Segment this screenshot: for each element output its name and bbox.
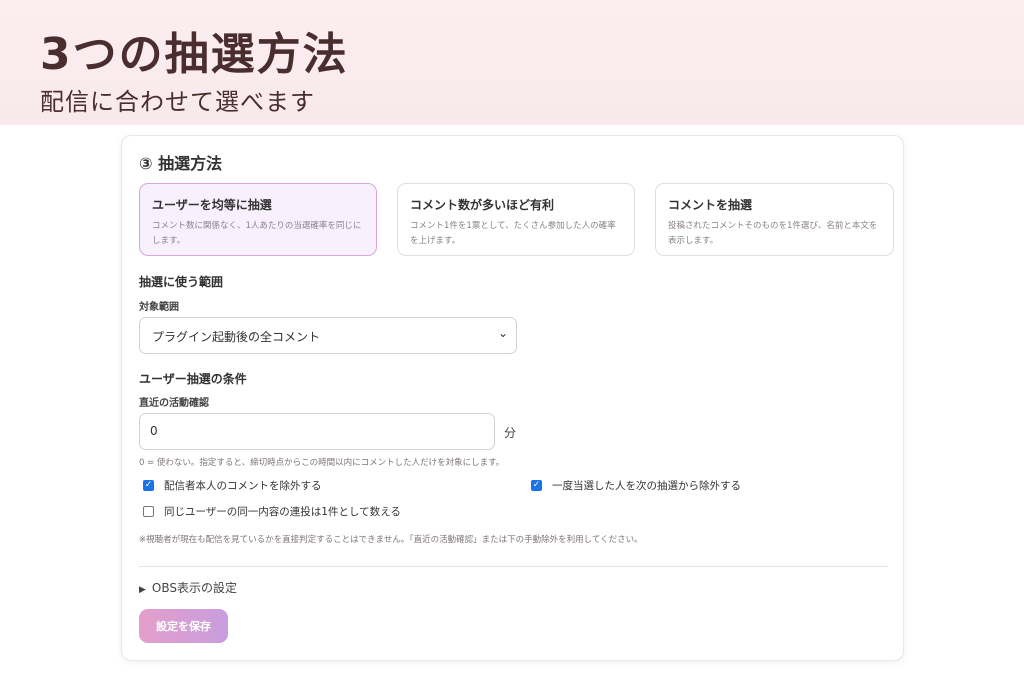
option-weighted-comments[interactable]: コメント数が多いほど有利 コメント1件を1票として、たくさん参加した人の確率を上… bbox=[397, 183, 635, 256]
divider bbox=[139, 566, 888, 567]
check-icon[interactable]: ✓ bbox=[531, 480, 542, 491]
checkbox-label: 同じユーザーの同一内容の連投は1件として数える bbox=[164, 506, 401, 518]
option-desc: コメント数に関係なく、1人あたりの当選確率を同じにします。 bbox=[152, 221, 362, 246]
checkbox-label: 一度当選した人を次の抽選から除外する bbox=[552, 480, 741, 492]
range-select[interactable]: プラグイン起動後の全コメント ⌄ bbox=[139, 317, 517, 354]
dedupe-repeats-checkbox[interactable]: 同じユーザーの同一内容の連投は1件として数える bbox=[143, 504, 401, 519]
activity-unit: 分 bbox=[504, 426, 517, 440]
activity-hint: 0 = 使わない。指定すると、締切時点からこの時間以内にコメントした人だけを対象… bbox=[139, 458, 505, 468]
activity-label: 直近の活動確認 bbox=[139, 398, 209, 409]
range-section-heading: 抽選に使う範囲 bbox=[139, 275, 224, 289]
exclude-winners-checkbox[interactable]: ✓ 一度当選した人を次の抽選から除外する bbox=[531, 478, 741, 493]
obs-settings-label: OBS表示の設定 bbox=[151, 581, 238, 595]
exclude-streamer-checkbox[interactable]: ✓ 配信者本人のコメントを除外する bbox=[143, 478, 322, 493]
save-button[interactable]: 設定を保存 bbox=[139, 609, 228, 643]
option-title: ユーザーを均等に抽選 bbox=[152, 198, 272, 212]
option-desc: コメント1件を1票として、たくさん参加した人の確率を上げます。 bbox=[410, 221, 616, 246]
checkbox-label: 配信者本人のコメントを除外する bbox=[164, 480, 322, 492]
condition-section-heading: ユーザー抽選の条件 bbox=[139, 372, 247, 386]
option-comment-draw[interactable]: コメントを抽選 投稿されたコメントそのものを1件選び、名前と本文を表示します。 bbox=[655, 183, 894, 256]
hero-banner: 3つの抽選方法 配信に合わせて選べます bbox=[0, 0, 1024, 125]
obs-settings-toggle[interactable]: ▶ OBS表示の設定 bbox=[139, 579, 237, 596]
checkbox-box[interactable] bbox=[143, 506, 154, 517]
range-select-value: プラグイン起動後の全コメント bbox=[152, 330, 321, 344]
activity-minutes-value: 0 bbox=[150, 424, 158, 438]
option-title: コメント数が多いほど有利 bbox=[410, 198, 555, 212]
viewer-note: ※視聴者が現在も配信を見ているかを直接判定することはできません。「直近の活動確認… bbox=[139, 535, 643, 545]
option-equal-user[interactable]: ユーザーを均等に抽選 コメント数に関係なく、1人あたりの当選確率を同じにします。 bbox=[139, 183, 377, 256]
chevron-down-icon: ⌄ bbox=[497, 326, 508, 340]
triangle-right-icon: ▶ bbox=[139, 585, 146, 595]
check-icon[interactable]: ✓ bbox=[143, 480, 154, 491]
hero-subtitle: 配信に合わせて選べます bbox=[40, 88, 315, 116]
card-title: ③ 抽選方法 bbox=[139, 154, 223, 173]
range-label: 対象範囲 bbox=[139, 302, 179, 313]
settings-card: ③ 抽選方法 ユーザーを均等に抽選 コメント数に関係なく、1人あたりの当選確率を… bbox=[121, 135, 904, 661]
option-desc: 投稿されたコメントそのものを1件選び、名前と本文を表示します。 bbox=[668, 221, 878, 246]
hero-title: 3つの抽選方法 bbox=[40, 29, 349, 80]
activity-minutes-input[interactable]: 0 bbox=[139, 413, 495, 450]
option-title: コメントを抽選 bbox=[668, 198, 753, 212]
